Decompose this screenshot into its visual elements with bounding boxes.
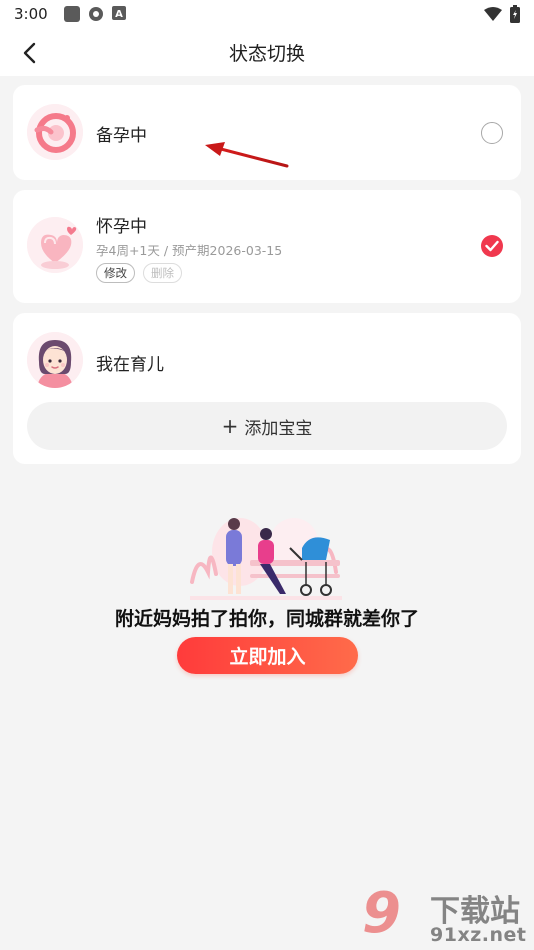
wifi-icon bbox=[484, 6, 502, 26]
watermark-logo-digit: 9 bbox=[362, 881, 401, 946]
state-radio-preparing[interactable] bbox=[481, 122, 503, 144]
pregnancy-heart-avatar-icon bbox=[27, 217, 83, 273]
back-button[interactable] bbox=[14, 38, 44, 68]
status-bar: 3:00 A bbox=[0, 0, 534, 28]
checkmark-icon bbox=[485, 240, 499, 252]
state-radio-pregnant[interactable] bbox=[481, 235, 503, 257]
header-bar: 状态切换 bbox=[0, 28, 534, 76]
plus-icon: + bbox=[221, 414, 239, 438]
battery-icon bbox=[510, 5, 520, 27]
edit-button[interactable]: 修改 bbox=[96, 263, 135, 283]
page-title: 状态切换 bbox=[228, 42, 305, 65]
state-card-parenting[interactable]: 我在育儿 + 添加宝宝 bbox=[13, 313, 521, 464]
svg-text:A: A bbox=[115, 9, 123, 20]
settings-gear-icon bbox=[88, 6, 104, 22]
pregnancy-actions: 修改 删除 bbox=[96, 263, 190, 283]
join-now-button[interactable]: 立即加入 bbox=[177, 637, 358, 674]
watermark-domain: 91xz.net bbox=[430, 924, 527, 946]
add-baby-label: 添加宝宝 bbox=[244, 418, 313, 439]
pregnancy-info-text: 孕4周+1天 / 预产期2026-03-15 bbox=[96, 243, 283, 258]
chevron-left-icon bbox=[23, 42, 36, 64]
preparing-avatar-icon bbox=[27, 104, 83, 160]
state-label-pregnant: 怀孕中 bbox=[96, 217, 147, 237]
delete-button[interactable]: 删除 bbox=[143, 263, 182, 283]
state-card-pregnant[interactable]: 怀孕中 孕4周+1天 / 预产期2026-03-15 修改 删除 bbox=[13, 190, 521, 303]
add-baby-button[interactable]: + 添加宝宝 bbox=[27, 402, 507, 450]
mothers-stroller-illustration bbox=[190, 518, 342, 600]
font-a-icon: A bbox=[111, 6, 128, 22]
site-watermark: 9 下载站 91xz.net bbox=[362, 884, 532, 948]
status-time: 3:00 bbox=[14, 5, 48, 23]
state-label-preparing: 备孕中 bbox=[96, 126, 147, 146]
promo-text: 附近妈妈拍了拍你，同城群就差你了 bbox=[114, 608, 419, 630]
mother-avatar-icon bbox=[27, 332, 83, 388]
annotation-arrow bbox=[205, 142, 289, 168]
state-label-parenting: 我在育儿 bbox=[96, 355, 164, 375]
app-square-icon bbox=[63, 6, 80, 22]
